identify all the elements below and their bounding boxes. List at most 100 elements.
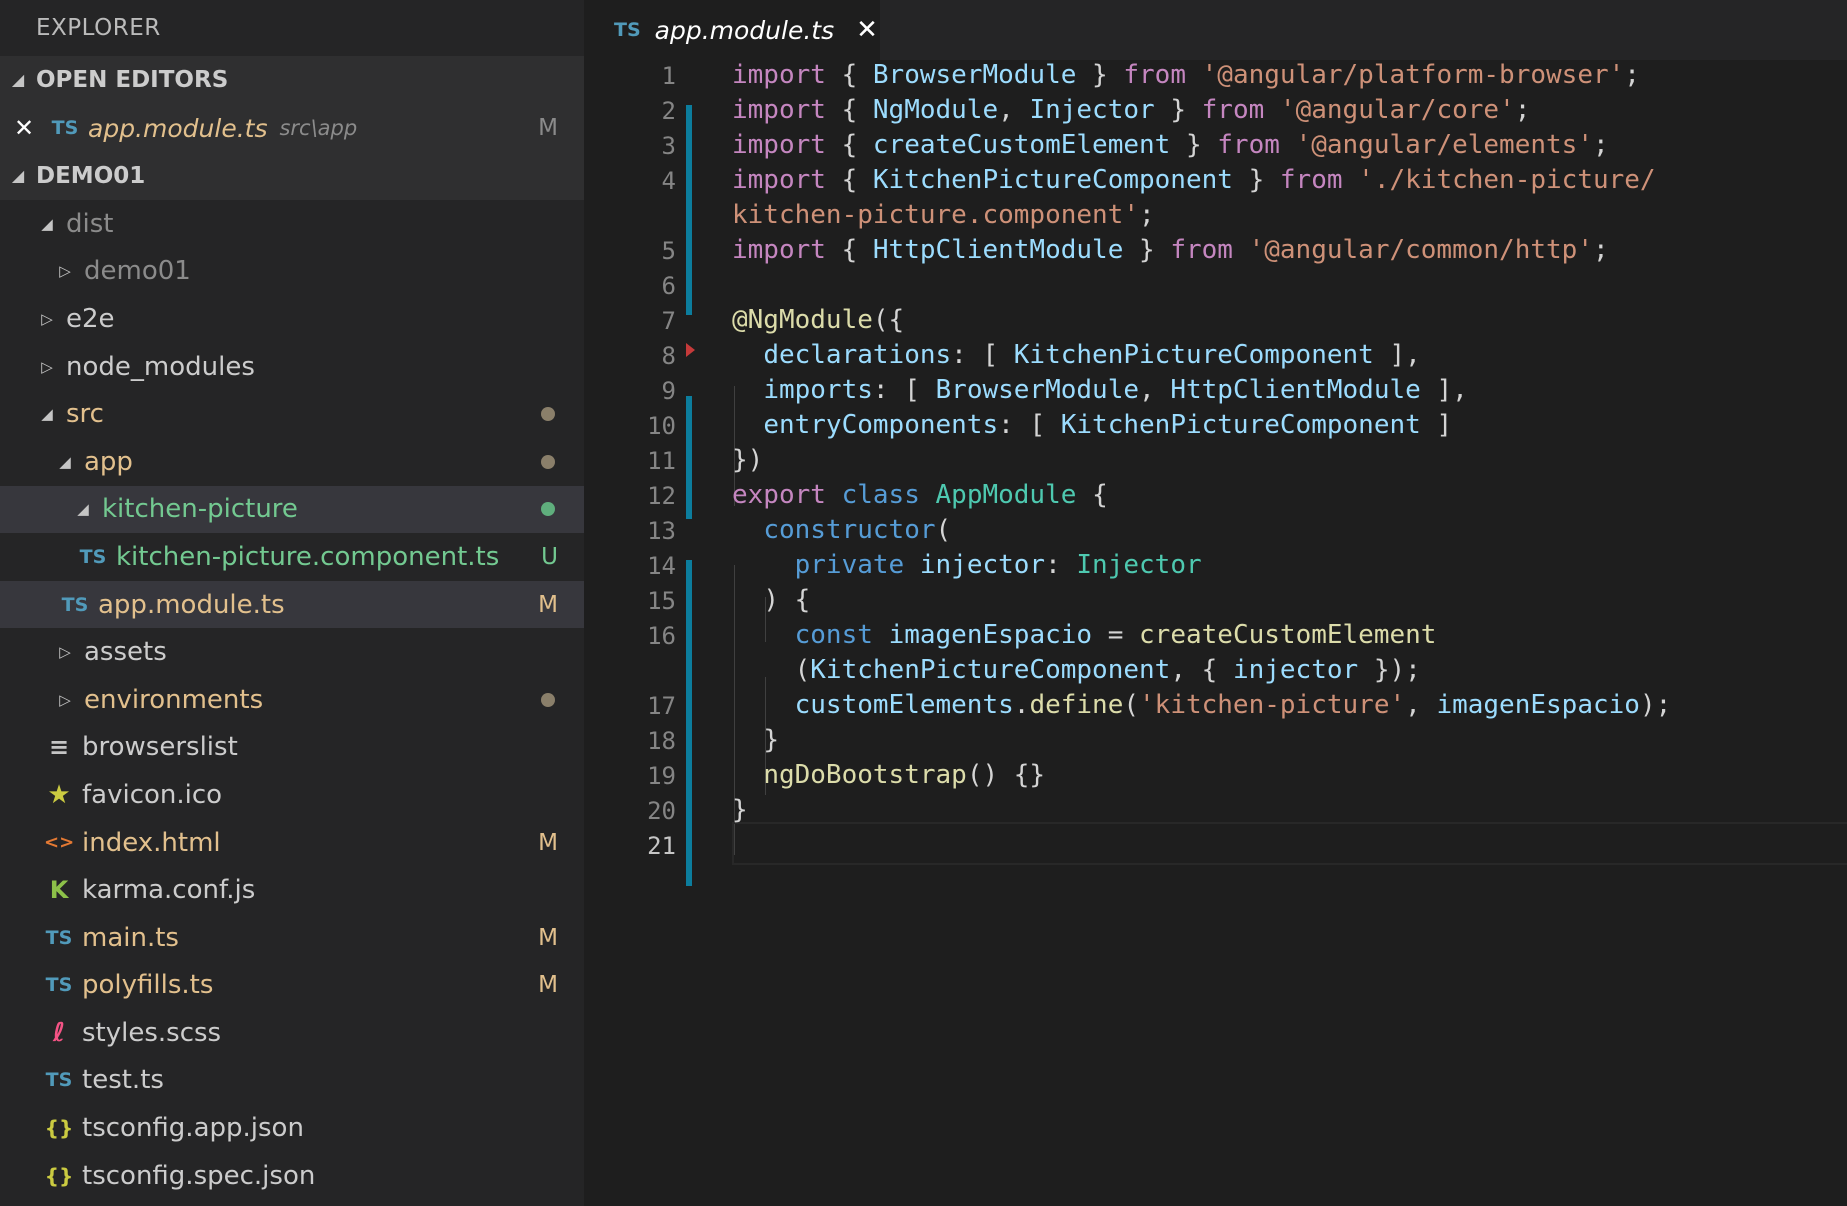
tree-file-browserslist[interactable]: ≡ browserslist xyxy=(0,724,584,772)
code-line: import { KitchenPictureComponent } from … xyxy=(732,165,1656,195)
tree-file-app-module[interactable]: TS app.module.ts M xyxy=(0,580,584,629)
tree-file-tsconfig-app[interactable]: {} tsconfig.app.json xyxy=(0,1104,584,1152)
code-token: ] xyxy=(1436,410,1453,440)
code-token: , xyxy=(1139,375,1155,405)
tree-file-karma-conf[interactable]: K karma.conf.js xyxy=(0,866,584,914)
tree-file-polyfills-ts[interactable]: TS polyfills.ts M xyxy=(0,962,584,1010)
code-token: imagenEspacio xyxy=(888,620,1093,650)
tree-folder-e2e[interactable]: ▷ e2e xyxy=(0,295,584,343)
code-token: define xyxy=(1029,690,1124,720)
line-number: 19 xyxy=(647,762,676,790)
tree-folder-src[interactable]: ◢ src xyxy=(0,390,584,438)
tree-item-label: demo01 xyxy=(84,256,191,287)
code-line: } xyxy=(732,795,748,825)
line-number: 12 xyxy=(647,482,676,510)
code-token: : xyxy=(998,410,1014,440)
tree-file-tsconfig-spec[interactable]: {} tsconfig.spec.json xyxy=(0,1152,584,1200)
code-token: Injector xyxy=(1076,550,1202,580)
tree-file-test-ts[interactable]: TS test.ts xyxy=(0,1057,584,1105)
tree-folder-assets[interactable]: ▷ assets xyxy=(0,628,584,676)
code-token: constructor xyxy=(763,515,936,545)
tree-item-label: polyfills.ts xyxy=(82,970,214,1001)
code-line: }) xyxy=(732,445,763,475)
code-line-wrapped: (KitchenPictureComponent, { injector }); xyxy=(732,655,1421,685)
code-token: '@angular/common/http' xyxy=(1248,235,1593,265)
tree-item-label: tsconfig.spec.json xyxy=(82,1160,316,1191)
git-status-badge: U xyxy=(541,543,558,570)
tree-folder-node-modules[interactable]: ▷ node_modules xyxy=(0,343,584,391)
line-number: 21 xyxy=(647,832,676,860)
chevron-right-icon: ▷ xyxy=(59,262,71,281)
modified-dot-icon xyxy=(541,407,555,422)
code-token: { xyxy=(841,165,858,195)
typescript-file-icon: TS xyxy=(614,19,641,41)
tree-item-label: main.ts xyxy=(82,922,179,953)
karma-icon: K xyxy=(49,876,69,905)
git-change-bar[interactable] xyxy=(686,560,692,886)
open-editor-item[interactable]: ✕ TS app.module.ts src\app M xyxy=(0,104,584,152)
code-line-wrapped: kitchen-picture.component'; xyxy=(732,200,1155,230)
line-number: 8 xyxy=(661,342,676,370)
modified-dot-icon xyxy=(541,454,555,469)
tree-item-label: favicon.ico xyxy=(82,779,223,810)
close-icon[interactable]: ✕ xyxy=(14,114,50,142)
tree-item-label: e2e xyxy=(66,303,115,334)
close-icon[interactable]: ✕ xyxy=(856,15,878,45)
line-number: 17 xyxy=(647,692,676,720)
project-header[interactable]: ◢ DEMO01 xyxy=(0,152,584,200)
git-change-bar[interactable] xyxy=(686,396,692,519)
git-status-badge: M xyxy=(538,972,558,999)
code-token: { xyxy=(841,235,858,265)
chevron-down-icon: ◢ xyxy=(11,166,25,185)
code-token: './kitchen-picture/ xyxy=(1358,165,1656,195)
code-token: { xyxy=(1201,655,1218,685)
tree-folder-dist[interactable]: ◢ dist xyxy=(0,200,584,248)
tab-app-module[interactable]: TS app.module.ts ✕ xyxy=(584,0,880,60)
tree-item-label: environments xyxy=(84,684,264,715)
git-deletion-marker-icon[interactable] xyxy=(686,343,695,357)
tree-file-styles-scss[interactable]: ℓ styles.scss xyxy=(0,1009,584,1057)
code-token: . xyxy=(1013,690,1030,720)
tree-item-label: assets xyxy=(84,637,167,668)
code-token: @NgModule xyxy=(732,305,873,335)
code-token: : xyxy=(872,375,889,405)
code-token: KitchenPictureComponent xyxy=(810,655,1171,685)
code-token: from xyxy=(1217,130,1280,160)
star-icon: ★ xyxy=(47,779,71,810)
code-line: import { createCustomElement } from '@an… xyxy=(732,130,1609,160)
tree-file-index-html[interactable]: <> index.html M xyxy=(0,819,584,867)
code-token: import xyxy=(732,95,826,125)
line-number: 1 xyxy=(661,62,676,90)
code-token: from xyxy=(1279,165,1343,195)
chevron-right-icon: ▷ xyxy=(59,690,71,709)
open-editors-header[interactable]: ◢ OPEN EDITORS xyxy=(0,56,584,104)
tree-folder-kitchen-picture[interactable]: ◢ kitchen-picture xyxy=(0,485,584,534)
code-token: } xyxy=(1185,130,1202,160)
tree-folder-demo01[interactable]: ▷ demo01 xyxy=(0,248,584,296)
code-token: '@angular/platform-browser' xyxy=(1201,60,1625,90)
code-token: KitchenPictureComponent xyxy=(1013,340,1374,370)
git-change-bar[interactable] xyxy=(686,105,692,315)
code-token: { xyxy=(841,95,858,125)
tree-folder-app[interactable]: ◢ app xyxy=(0,438,584,486)
tree-item-label: src xyxy=(66,399,104,430)
typescript-file-icon: TS xyxy=(45,1069,73,1092)
code-token: } xyxy=(1248,165,1265,195)
code-token: from xyxy=(1201,95,1265,125)
git-status-badge: M xyxy=(538,924,558,951)
json-file-icon: {} xyxy=(44,1163,74,1188)
tree-file-main-ts[interactable]: TS main.ts M xyxy=(0,914,584,962)
code-token: { xyxy=(1092,480,1108,510)
tree-file-favicon[interactable]: ★ favicon.ico xyxy=(0,771,584,819)
code-editor[interactable]: 1 2 3 4 5 6 7 8 9 10 11 12 13 14 15 16 1… xyxy=(584,60,1847,1206)
code-token: , xyxy=(1170,655,1186,685)
code-token: ({ xyxy=(872,305,905,335)
code-token: class xyxy=(841,480,920,510)
code-token: kitchen-picture.component' xyxy=(732,200,1139,230)
code-token: import xyxy=(732,130,826,160)
code-token: customElements xyxy=(794,690,1014,720)
tree-folder-environments[interactable]: ▷ environments xyxy=(0,676,584,724)
code-token: ( xyxy=(1123,690,1140,720)
tree-item-label: index.html xyxy=(82,827,221,858)
tree-file-kitchen-picture-component[interactable]: TS kitchen-picture.component.ts U xyxy=(0,533,584,581)
